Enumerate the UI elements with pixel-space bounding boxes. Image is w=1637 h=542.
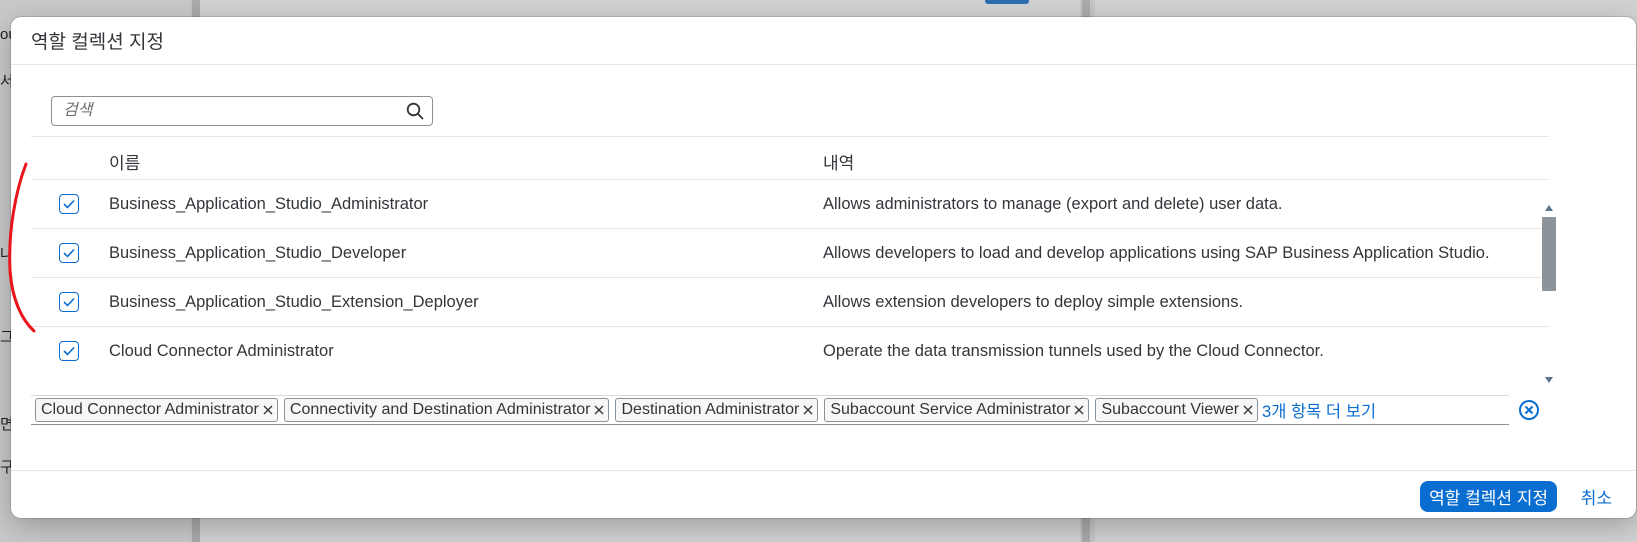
assign-role-collection-dialog: 역할 컬렉션 지정 이름 내역 Business_Application_Stu…: [11, 17, 1636, 518]
checkmark-icon: [63, 248, 75, 258]
row-checkbox[interactable]: [59, 243, 79, 263]
search-icon[interactable]: [398, 97, 432, 125]
row-checkbox[interactable]: [59, 194, 79, 214]
role-name: Business_Application_Studio_Developer: [109, 244, 407, 262]
scroll-up-icon[interactable]: [1545, 205, 1553, 211]
checkmark-icon: [63, 297, 75, 307]
column-header-name[interactable]: 이름: [109, 149, 140, 174]
close-icon[interactable]: [1242, 404, 1254, 416]
selected-tokens: Cloud Connector Administrator Connectivi…: [31, 395, 1509, 425]
close-icon[interactable]: [593, 404, 605, 416]
assign-role-collection-button[interactable]: 역할 컬렉션 지정: [1420, 481, 1557, 512]
token-label: Destination Administrator: [621, 401, 800, 418]
cancel-button[interactable]: 취소: [1577, 481, 1616, 512]
checkmark-icon: [63, 199, 75, 209]
dialog-header: 역할 컬렉션 지정: [11, 17, 1636, 65]
table-row[interactable]: Business_Application_Studio_Administrato…: [31, 180, 1549, 229]
dialog-footer: 역할 컬렉션 지정 취소: [11, 470, 1636, 518]
checkmark-icon: [63, 346, 75, 356]
token[interactable]: Destination Administrator: [615, 398, 819, 422]
clear-all-icon[interactable]: [1519, 400, 1539, 420]
column-header-description[interactable]: 내역: [823, 149, 854, 174]
table-header: 이름 내역: [31, 136, 1549, 180]
role-name: Business_Application_Studio_Extension_De…: [109, 293, 479, 311]
table-body: Business_Application_Studio_Administrato…: [31, 180, 1549, 368]
token[interactable]: Subaccount Service Administrator: [824, 398, 1090, 422]
role-description: Allows administrators to manage (export …: [823, 195, 1283, 213]
scroll-thumb[interactable]: [1542, 217, 1556, 291]
token[interactable]: Subaccount Viewer: [1095, 398, 1259, 422]
token[interactable]: Cloud Connector Administrator: [35, 398, 278, 422]
close-icon[interactable]: [1073, 404, 1085, 416]
role-collection-table: 이름 내역 Business_Application_Studio_Admini…: [31, 136, 1549, 368]
close-icon[interactable]: [262, 404, 274, 416]
dialog-title: 역할 컬렉션 지정: [31, 32, 164, 53]
role-description: Operate the data transmission tunnels us…: [823, 342, 1324, 360]
search-input[interactable]: [52, 102, 398, 120]
search-field: [51, 96, 433, 126]
token[interactable]: Connectivity and Destination Administrat…: [283, 398, 610, 422]
token-label: Subaccount Service Administrator: [830, 401, 1071, 418]
role-name: Cloud Connector Administrator: [109, 342, 334, 360]
role-name: Business_Application_Studio_Administrato…: [109, 195, 429, 213]
row-checkbox[interactable]: [59, 292, 79, 312]
background-button: [985, 0, 1029, 4]
role-description: Allows developers to load and develop ap…: [823, 244, 1490, 262]
token-label: Cloud Connector Administrator: [41, 401, 259, 418]
token-label: Connectivity and Destination Administrat…: [289, 401, 591, 418]
scroll-down-icon[interactable]: [1545, 377, 1553, 383]
show-more-tokens-link[interactable]: 3개 항목 더 보기: [1262, 398, 1376, 422]
close-icon[interactable]: [802, 404, 814, 416]
table-row[interactable]: Cloud Connector Administrator Operate th…: [31, 327, 1549, 368]
role-description: Allows extension developers to deploy si…: [823, 293, 1244, 311]
table-scrollbar[interactable]: [1540, 199, 1558, 389]
table-row[interactable]: Business_Application_Studio_Extension_De…: [31, 278, 1549, 327]
token-label: Subaccount Viewer: [1101, 401, 1240, 418]
row-checkbox[interactable]: [59, 341, 79, 361]
table-row[interactable]: Business_Application_Studio_Developer Al…: [31, 229, 1549, 278]
